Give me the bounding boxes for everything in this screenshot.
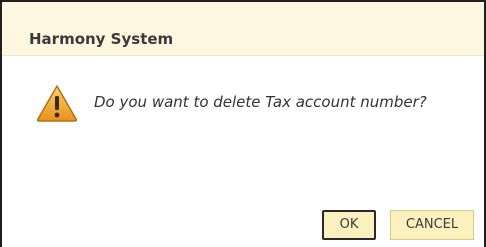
ok-button[interactable]: OK — [322, 210, 376, 240]
cancel-button[interactable]: CANCEL — [390, 210, 474, 240]
dialog-message: Do you want to delete Tax account number… — [94, 93, 427, 111]
warning-icon — [36, 84, 78, 122]
dialog-message-row: Do you want to delete Tax account number… — [36, 84, 476, 124]
dialog-title: Harmony System — [29, 30, 174, 48]
confirm-dialog: Harmony System Do you want to delete Tax… — [0, 0, 486, 247]
dialog-title-bar[interactable]: Harmony System — [2, 2, 484, 56]
